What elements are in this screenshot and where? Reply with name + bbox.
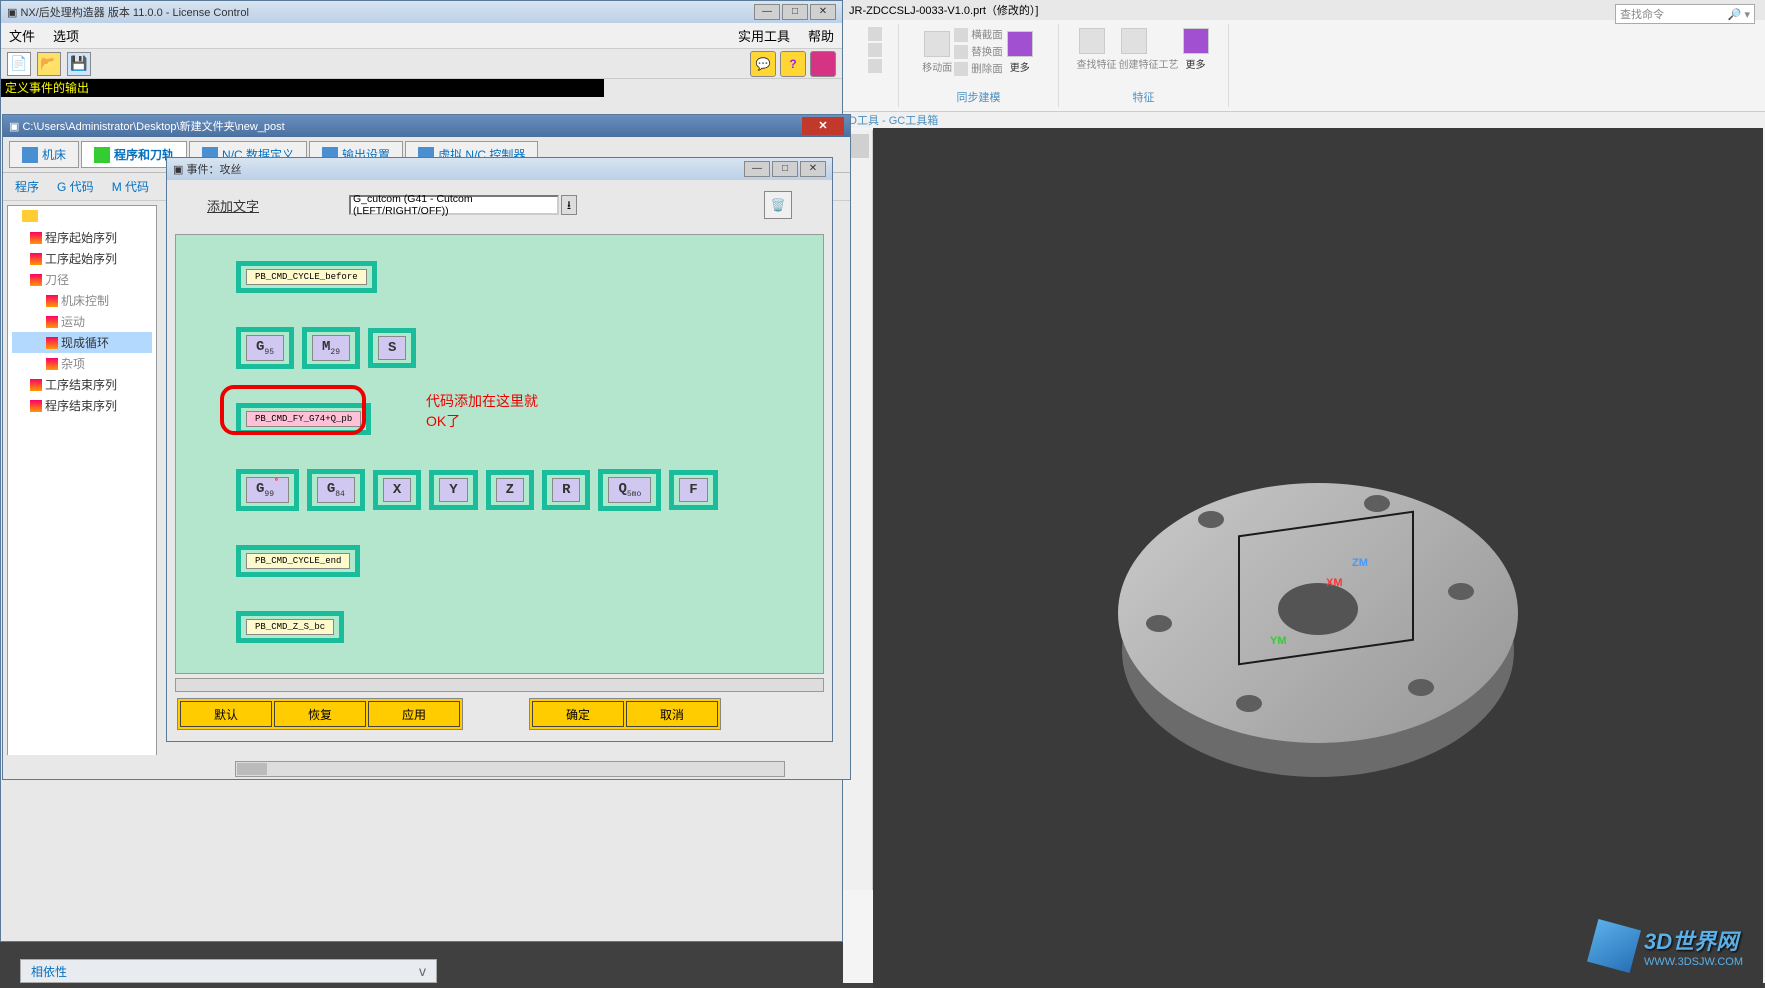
block-q[interactable]: Q5mo <box>598 469 661 511</box>
nx-ribbon: 查找命令🔎 ▾ 移动面 横截面 替换面 删除面 更多 同步建模 查找特征 创建特… <box>843 20 1765 112</box>
block-s[interactable]: S <box>368 328 416 368</box>
event-dialog: ▣ 事件：攻丝 — □ ✕ 添加文字 G_cutcom (G41 - Cutco… <box>166 157 833 742</box>
event-toolbar: 添加文字 G_cutcom (G41 - Cutcom (LEFT/RIGHT/… <box>167 180 832 230</box>
sequence-tree[interactable]: 程序起始序列 工序起始序列 刀径 机床控制 运动 现成循环 杂项 工序结束序列 … <box>7 205 157 771</box>
subtab-mcode[interactable]: M 代码 <box>112 178 149 195</box>
sub-close-button[interactable]: ✕ <box>802 117 844 135</box>
main-toolbar: 📄 📂 💾 💬 ? <box>1 49 842 79</box>
tree-prog-start[interactable]: 程序起始序列 <box>12 227 152 248</box>
cross-section-item[interactable]: 横截面 <box>954 26 1003 43</box>
block-fy-g74q[interactable]: PB_CMD_FY_G74+Q_pb <box>236 403 371 435</box>
default-button[interactable]: 默认 <box>180 701 272 727</box>
annotation-text: 代码添加在这里就OK了 <box>426 391 538 431</box>
block-cycle-before[interactable]: PB_CMD_CYCLE_before <box>236 261 377 293</box>
block-g99[interactable]: G99° <box>236 469 299 511</box>
subtab-program[interactable]: 程序 <box>15 178 39 195</box>
status-strip: 定义事件的输出 <box>1 79 842 97</box>
trash-button[interactable]: 🗑️ <box>764 191 792 219</box>
block-z[interactable]: Z <box>486 470 534 510</box>
block-y[interactable]: Y <box>429 470 477 510</box>
event-title-bar: ▣ 事件：攻丝 — □ ✕ <box>167 158 832 180</box>
block-g95[interactable]: G95 <box>236 327 294 369</box>
model-disk: XM YM ZM <box>1108 443 1528 783</box>
new-icon[interactable]: 📄 <box>7 52 31 76</box>
sub-title: C:\Users\Administrator\Desktop\新建文件夹\new… <box>22 118 284 134</box>
axis-triad: XM YM ZM <box>1326 577 1343 589</box>
block-r[interactable]: R <box>542 470 590 510</box>
block-m29[interactable]: M29 <box>302 327 360 369</box>
save-icon[interactable]: 💾 <box>67 52 91 76</box>
create-feature-icon[interactable] <box>1121 28 1147 54</box>
watermark: 3D世界网 WWW.3DSJW.COM <box>1592 924 1743 968</box>
tree-toolpath[interactable]: 刀径 <box>12 269 152 290</box>
tree-machine-ctrl[interactable]: 机床控制 <box>12 290 152 311</box>
event-title: 事件：攻丝 <box>186 161 241 177</box>
word-combo[interactable]: G_cutcom (G41 - Cutcom (LEFT/RIGHT/OFF)) <box>349 195 559 215</box>
replace-face-item[interactable]: 替换面 <box>954 43 1003 60</box>
more-feature-icon[interactable] <box>1183 28 1209 54</box>
ok-button[interactable]: 确定 <box>532 701 624 727</box>
manual-icon[interactable] <box>810 51 836 77</box>
block-zsbc[interactable]: PB_CMD_Z_S_bc <box>236 611 344 643</box>
canvas-hscroll[interactable] <box>175 678 824 692</box>
main-title-bar: ▣ NX/后处理构造器 版本 11.0.0 - License Control … <box>1 1 842 23</box>
watermark-cube-icon <box>1587 919 1641 973</box>
menu-tools[interactable]: 实用工具 <box>738 26 790 45</box>
block-g84[interactable]: G84 <box>307 469 365 511</box>
command-search[interactable]: 查找命令🔎 ▾ <box>1615 4 1755 24</box>
close-button[interactable]: ✕ <box>810 4 836 20</box>
menu-file[interactable]: 文件 <box>9 26 35 45</box>
balloon-help-icon[interactable]: 💬 <box>750 51 776 77</box>
ribbon-group-mini <box>851 24 899 107</box>
ev-max-button[interactable]: □ <box>772 161 798 177</box>
context-help-icon[interactable]: ? <box>780 51 806 77</box>
ribbon-group-sync: 移动面 横截面 替换面 删除面 更多 同步建模 <box>899 24 1059 107</box>
apply-button[interactable]: 应用 <box>368 701 460 727</box>
menu-bar: 文件 选项 实用工具 帮助 <box>1 23 842 49</box>
block-f[interactable]: F <box>669 470 717 510</box>
minimize-button[interactable]: — <box>754 4 780 20</box>
tree-op-end[interactable]: 工序结束序列 <box>12 374 152 395</box>
nx-3d-viewport[interactable]: XM YM ZM 3D世界网 WWW.3DSJW.COM <box>873 128 1763 988</box>
sub-bottom <box>5 755 850 779</box>
add-text-link[interactable]: 添加文字 <box>207 196 259 215</box>
hscrollbar[interactable] <box>235 761 785 777</box>
ev-close-button[interactable]: ✕ <box>800 161 826 177</box>
menu-options[interactable]: 选项 <box>53 26 79 45</box>
tab-machine[interactable]: 机床 <box>9 141 79 168</box>
cancel-button[interactable]: 取消 <box>626 701 718 727</box>
move-face-icon[interactable] <box>924 31 950 57</box>
app-icon: ▣ <box>7 6 17 19</box>
block-canvas[interactable]: PB_CMD_CYCLE_before G95 M29 S PB_CMD_FY_… <box>175 234 824 674</box>
tree-motion[interactable]: 运动 <box>12 311 152 332</box>
nx-application: JR-ZDCCSLJ-0033-V1.0.prt（修改的）] 查找命令🔎 ▾ 移… <box>843 0 1765 983</box>
ribbon-group-feature: 查找特征 创建特征工艺 更多 特征 <box>1059 24 1229 107</box>
ev-min-button[interactable]: — <box>744 161 770 177</box>
tree-canned-cycle[interactable]: 现成循环 <box>12 332 152 353</box>
tree-op-start[interactable]: 工序起始序列 <box>12 248 152 269</box>
tree-prog-end[interactable]: 程序结束序列 <box>12 395 152 416</box>
menu-help[interactable]: 帮助 <box>808 26 834 45</box>
tree-misc[interactable]: 杂项 <box>12 353 152 374</box>
maximize-button[interactable]: □ <box>782 4 808 20</box>
sub-title-bar: ▣ C:\Users\Administrator\Desktop\新建文件夹\n… <box>3 115 850 137</box>
dependency-panel[interactable]: 相依性v <box>20 959 437 983</box>
block-x[interactable]: X <box>373 470 421 510</box>
combo-dropdown-icon[interactable]: ⭳ <box>561 195 577 215</box>
more-icon[interactable] <box>1007 31 1033 57</box>
tree-root-icon <box>22 210 38 222</box>
subtab-gcode[interactable]: G 代码 <box>57 178 94 195</box>
restore-button[interactable]: 恢复 <box>274 701 366 727</box>
open-icon[interactable]: 📂 <box>37 52 61 76</box>
find-feature-icon[interactable] <box>1079 28 1105 54</box>
ribbon-label-gc: D工具 - GC工具箱 <box>843 112 1765 128</box>
block-cycle-end[interactable]: PB_CMD_CYCLE_end <box>236 545 360 577</box>
main-title: NX/后处理构造器 版本 11.0.0 - License Control <box>20 4 248 20</box>
delete-face-item[interactable]: 删除面 <box>954 60 1003 77</box>
dialog-buttons: 默认 恢复 应用 确定 取消 <box>167 692 832 736</box>
